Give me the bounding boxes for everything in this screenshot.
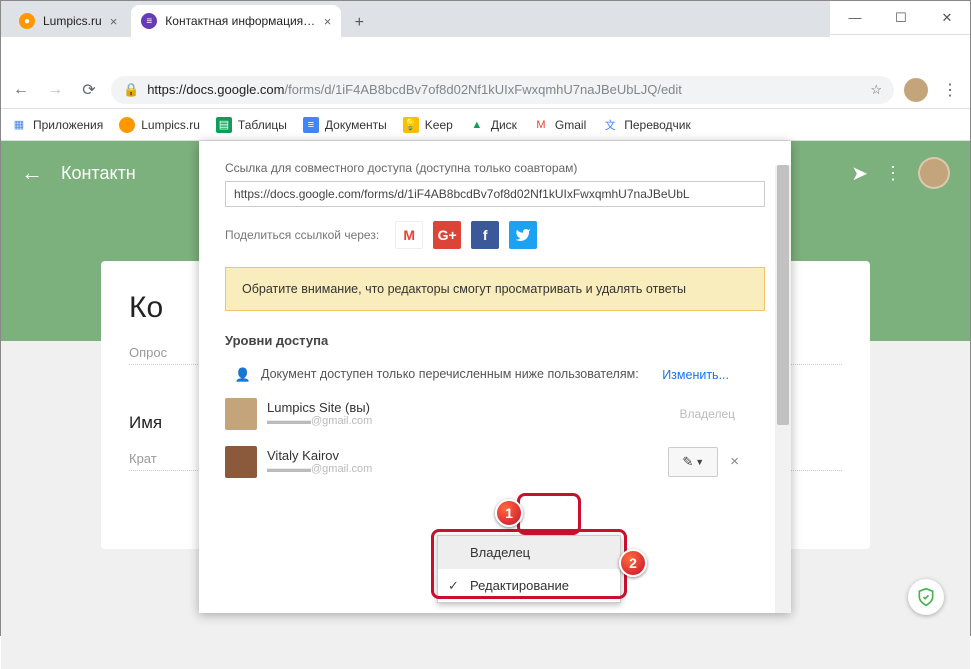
- bookmark-apps[interactable]: ▦Приложения: [11, 117, 103, 133]
- profile-avatar[interactable]: [904, 78, 928, 102]
- user-avatar-icon: [225, 446, 257, 478]
- googleplus-share-icon[interactable]: G+: [433, 221, 461, 249]
- bookmark-translate[interactable]: 文Переводчик: [602, 117, 691, 133]
- browser-toolbar: ← → ⟳ 🔒 https://docs.google.com/forms/d/…: [1, 71, 970, 109]
- access-description: Документ доступен только перечисленным н…: [261, 366, 662, 384]
- share-via-label: Поделиться ссылкой через:: [225, 228, 379, 242]
- bookmarks-bar: ▦Приложения Lumpics.ru ▤Таблицы ≡Докумен…: [1, 109, 970, 141]
- tab-label: Контактная информация - Goo...: [165, 14, 315, 28]
- apps-icon: ▦: [11, 117, 27, 133]
- close-button[interactable]: ✕: [924, 2, 970, 34]
- annotation-badge-2: 2: [619, 549, 647, 577]
- share-link-input[interactable]: [225, 181, 765, 207]
- security-shield-icon[interactable]: [908, 579, 944, 615]
- share-via-row: Поделиться ссылкой через: M G+ f: [225, 221, 765, 249]
- forward-button[interactable]: →: [43, 78, 67, 102]
- close-icon[interactable]: ×: [324, 14, 332, 29]
- chrome-menu-icon[interactable]: ⋮: [938, 80, 962, 100]
- tab-forms[interactable]: ≡ Контактная информация - Goo... ×: [131, 5, 341, 37]
- back-arrow-icon[interactable]: ←: [21, 160, 43, 186]
- caret-down-icon: ▼: [695, 457, 704, 467]
- translate-icon: 文: [602, 117, 618, 133]
- owner-role-label: Владелец: [679, 407, 735, 421]
- bookmark-docs[interactable]: ≡Документы: [303, 117, 387, 133]
- close-icon[interactable]: ×: [110, 14, 118, 29]
- user-email: ▬▬▬▬@gmail.com: [267, 463, 668, 475]
- bookmark-star-icon[interactable]: ☆: [870, 82, 882, 98]
- address-bar[interactable]: 🔒 https://docs.google.com/forms/d/1iF4AB…: [111, 76, 894, 104]
- tab-strip: ● Lumpics.ru × ≡ Контактная информация -…: [1, 1, 830, 37]
- send-icon[interactable]: ➤: [851, 161, 868, 186]
- bookmark-keep[interactable]: 💡Keep: [403, 117, 453, 133]
- tab-lumpics[interactable]: ● Lumpics.ru ×: [9, 5, 127, 37]
- drive-icon: ▲: [469, 117, 485, 133]
- check-icon: ✓: [448, 578, 459, 594]
- site-icon: [119, 117, 135, 133]
- role-dropdown-menu: Владелец ✓ Редактирование: [437, 535, 621, 603]
- scrollbar[interactable]: [775, 165, 791, 613]
- access-summary-row: 👤 Документ доступен только перечисленным…: [225, 360, 765, 390]
- remove-user-button[interactable]: ×: [730, 453, 739, 470]
- bookmark-sheets[interactable]: ▤Таблицы: [216, 117, 287, 133]
- more-icon[interactable]: ⋮: [884, 163, 902, 184]
- user-avatar[interactable]: [918, 157, 950, 189]
- role-option-editor[interactable]: ✓ Редактирование: [438, 569, 620, 602]
- change-access-link[interactable]: Изменить...: [662, 368, 729, 382]
- favicon-forms: ≡: [141, 13, 157, 29]
- new-tab-button[interactable]: +: [345, 9, 373, 37]
- tab-label: Lumpics.ru: [43, 14, 102, 28]
- bookmark-gmail[interactable]: MGmail: [533, 117, 586, 133]
- private-icon: 👤: [225, 367, 261, 383]
- access-levels-heading: Уровни доступа: [225, 333, 765, 348]
- facebook-share-icon[interactable]: f: [471, 221, 499, 249]
- maximize-button[interactable]: ☐: [878, 2, 924, 34]
- twitter-share-icon[interactable]: [509, 221, 537, 249]
- scrollbar-thumb[interactable]: [777, 165, 789, 425]
- annotation-badge-1: 1: [495, 499, 523, 527]
- user-row-collaborator: Vitaly Kairov ▬▬▬▬@gmail.com ✎ ▼ ×: [225, 438, 765, 486]
- docs-icon: ≡: [303, 117, 319, 133]
- user-name: Vitaly Kairov: [267, 448, 668, 463]
- gmail-icon: M: [533, 117, 549, 133]
- lock-icon: 🔒: [123, 82, 139, 98]
- role-dropdown-button[interactable]: ✎ ▼: [668, 447, 718, 477]
- user-name: Lumpics Site (вы): [267, 400, 679, 415]
- back-button[interactable]: ←: [9, 78, 33, 102]
- role-option-owner[interactable]: Владелец: [438, 536, 620, 569]
- user-avatar-icon: [225, 398, 257, 430]
- favicon-lumpics: ●: [19, 13, 35, 29]
- sheets-icon: ▤: [216, 117, 232, 133]
- user-email: ▬▬▬▬@gmail.com: [267, 415, 679, 427]
- chrome-window: ● Lumpics.ru × ≡ Контактная информация -…: [0, 0, 971, 636]
- keep-icon: 💡: [403, 117, 419, 133]
- bookmark-drive[interactable]: ▲Диск: [469, 117, 517, 133]
- user-row-owner: Lumpics Site (вы) ▬▬▬▬@gmail.com Владеле…: [225, 390, 765, 438]
- url-path: /forms/d/1iF4AB8bcdBv7of8d02Nf1kUIxFwxqm…: [285, 82, 682, 97]
- url-host: https://docs.google.com: [147, 82, 284, 97]
- pencil-icon: ✎: [682, 454, 693, 470]
- share-link-label: Ссылка для совместного доступа (доступна…: [225, 161, 765, 175]
- warning-notice: Обратите внимание, что редакторы смогут …: [225, 267, 765, 311]
- bookmark-lumpics[interactable]: Lumpics.ru: [119, 117, 200, 133]
- minimize-button[interactable]: —: [832, 2, 878, 34]
- gmail-share-icon[interactable]: M: [395, 221, 423, 249]
- reload-button[interactable]: ⟳: [77, 78, 101, 102]
